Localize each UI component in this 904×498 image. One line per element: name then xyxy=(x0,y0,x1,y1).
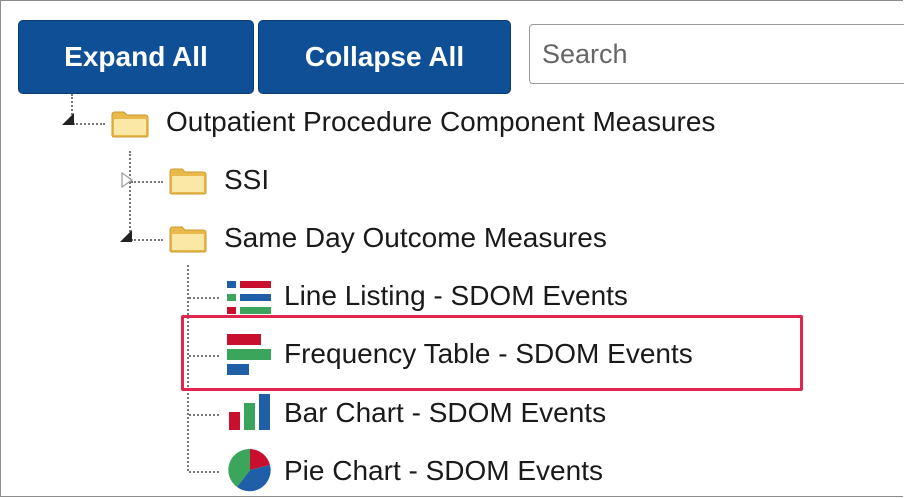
tree-node-label[interactable]: Outpatient Procedure Component Measures xyxy=(166,106,715,138)
collapsed-toggle-icon[interactable] xyxy=(120,171,134,194)
folder-icon xyxy=(168,224,208,259)
bar-chart-icon xyxy=(229,394,273,435)
tree-connector xyxy=(131,181,163,183)
report-tree-panel: Expand All Collapse All Outpatient Proce… xyxy=(0,0,904,498)
report-link[interactable]: Line Listing - SDOM Events xyxy=(284,280,628,312)
expanded-toggle-icon[interactable] xyxy=(61,112,75,131)
tree-connector xyxy=(129,151,131,239)
expand-all-button[interactable]: Expand All xyxy=(18,20,254,94)
tree-node-label[interactable]: Same Day Outcome Measures xyxy=(224,222,607,254)
report-link[interactable]: Bar Chart - SDOM Events xyxy=(284,397,606,429)
report-link[interactable]: Pie Chart - SDOM Events xyxy=(284,455,603,487)
tree-connector xyxy=(73,123,105,125)
tree-connector xyxy=(189,471,219,473)
search-input[interactable] xyxy=(529,24,904,84)
tree-connector xyxy=(131,239,163,241)
tree-node-label[interactable]: SSI xyxy=(224,164,269,196)
tree-connector xyxy=(189,297,219,299)
collapse-all-button[interactable]: Collapse All xyxy=(258,20,511,94)
expanded-toggle-icon[interactable] xyxy=(119,229,133,248)
tree-connector xyxy=(189,414,219,416)
pie-chart-icon xyxy=(227,447,273,498)
highlight-box xyxy=(181,315,803,391)
folder-icon xyxy=(110,109,150,144)
folder-icon xyxy=(168,166,208,201)
